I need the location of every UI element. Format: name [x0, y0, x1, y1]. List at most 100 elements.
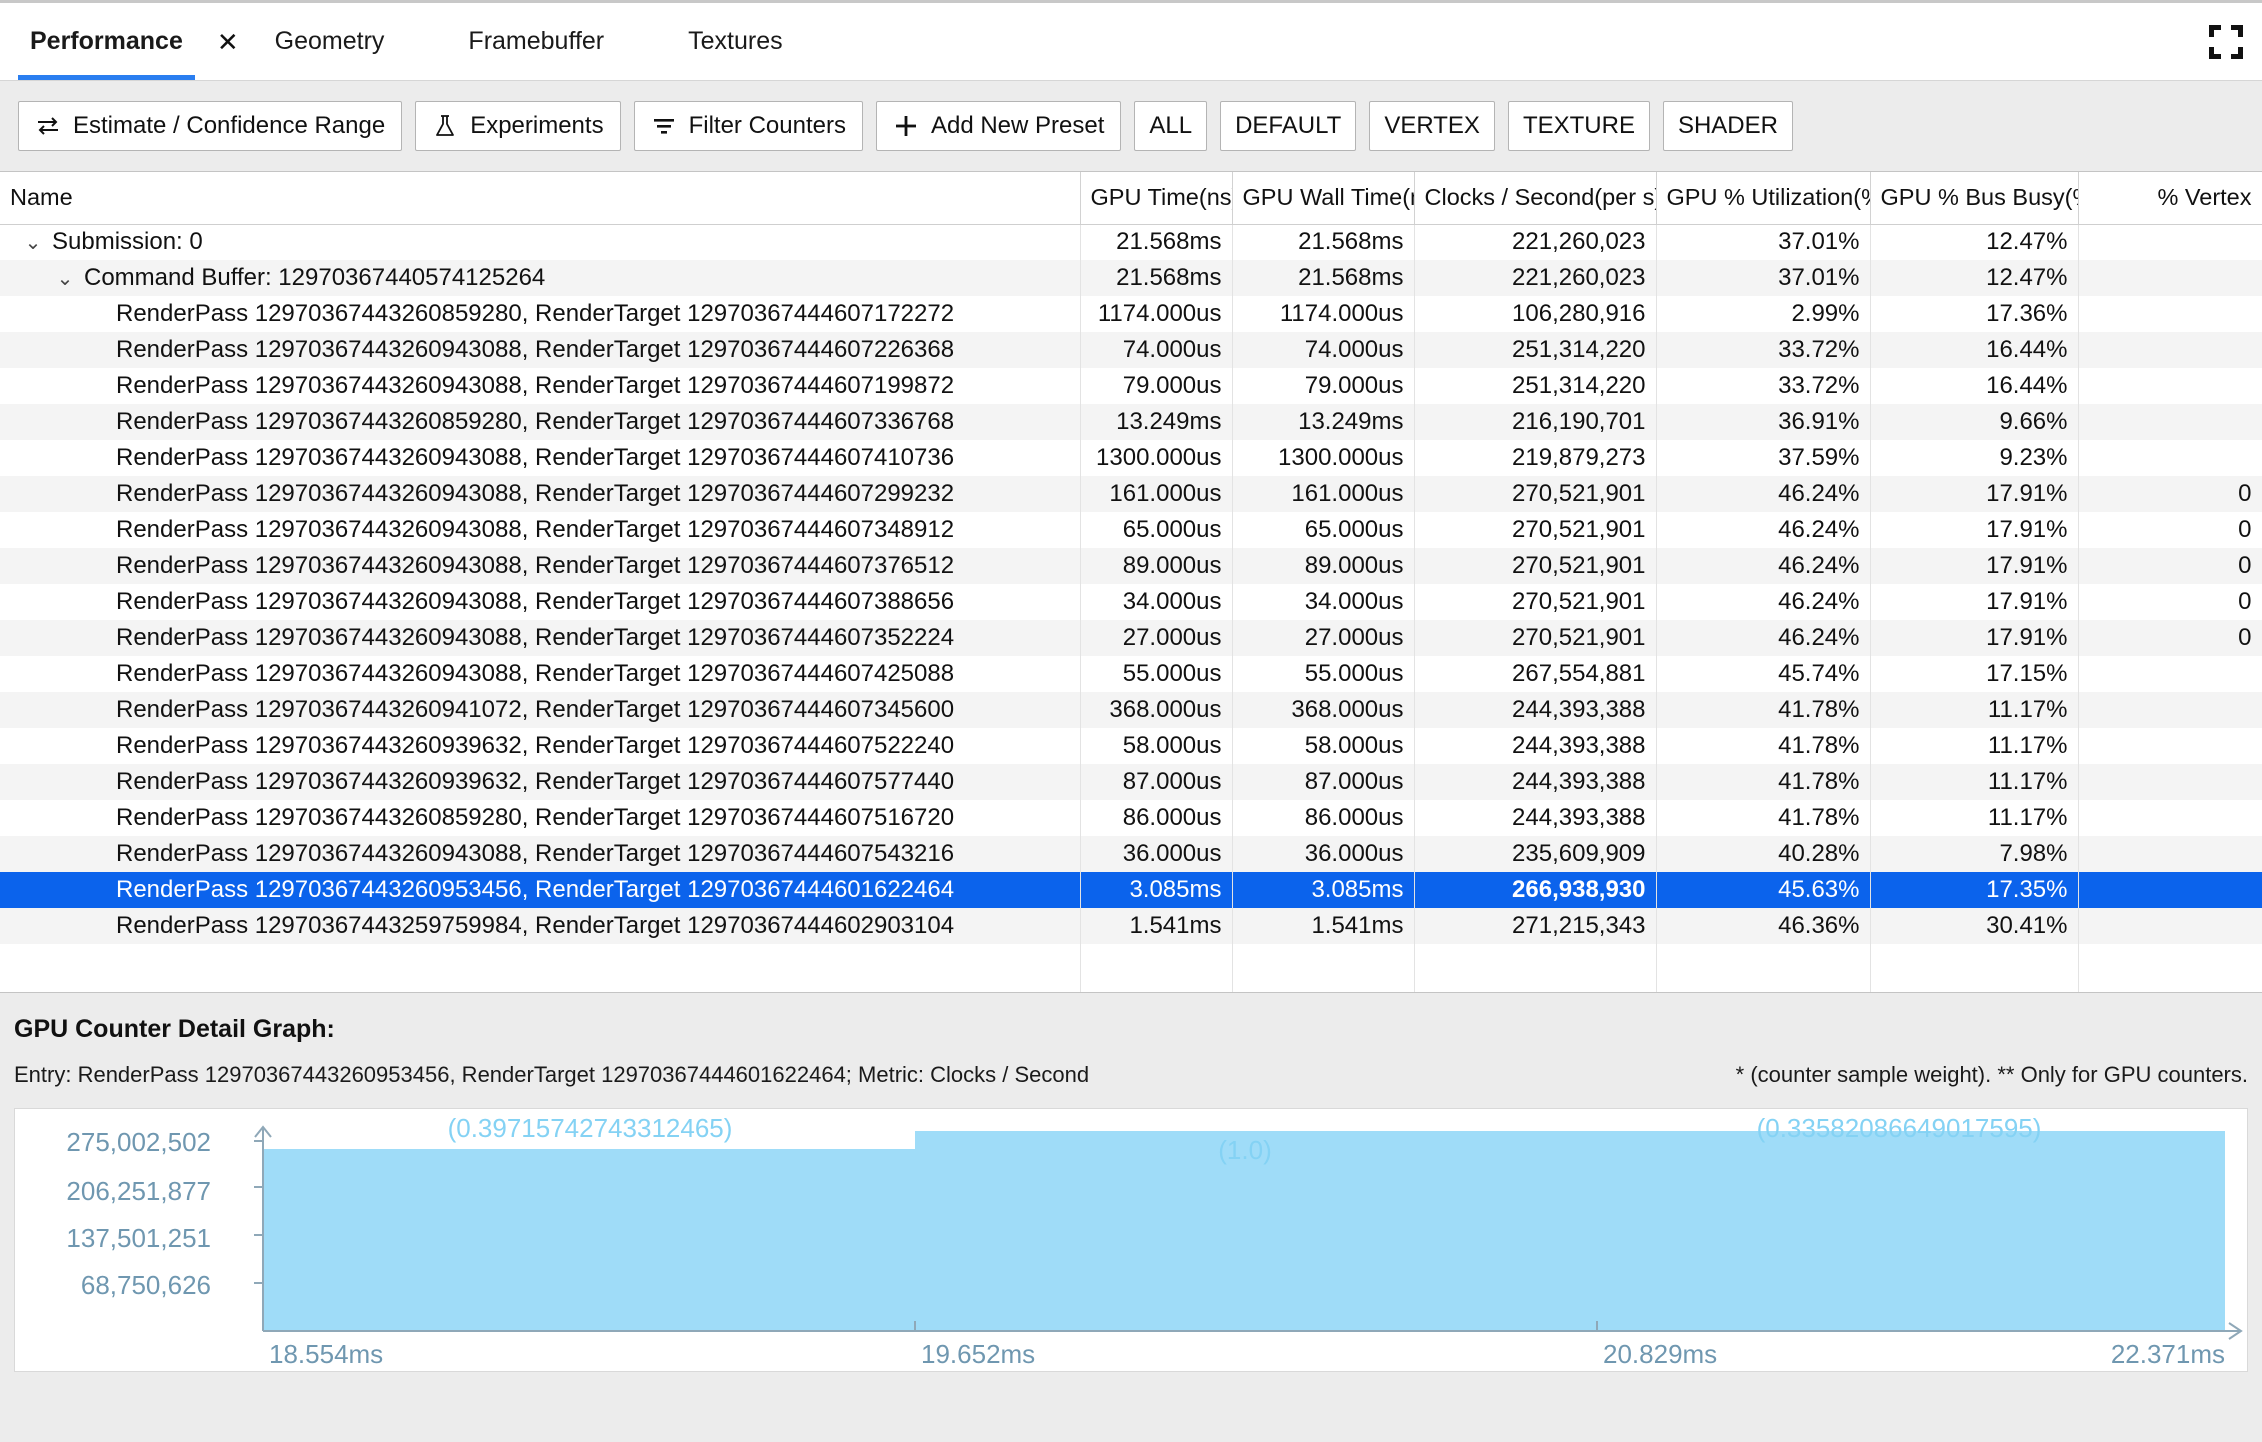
row-name-cell: RenderPass 12970367443260943088, RenderT…	[0, 620, 1081, 656]
cell-gpu_wall_time: 161.000us	[1232, 476, 1415, 512]
estimate-confidence-range-button[interactable]: Estimate / Confidence Range	[18, 101, 403, 151]
tab-performance-close[interactable]: ✕	[195, 3, 261, 80]
table-row[interactable]: RenderPass 12970367443260943088, RenderT…	[0, 548, 2262, 584]
detail-entry-label: Entry: RenderPass 12970367443260953456, …	[14, 1062, 1090, 1087]
tab-framebuffer[interactable]: Framebuffer	[456, 3, 616, 80]
cell-bus_busy: 17.91%	[1870, 548, 2079, 584]
column-header-bus_busy[interactable]: GPU % Bus Busy(%)	[1870, 172, 2079, 225]
detail-footnote-label: * (counter sample weight). ** Only for G…	[1735, 1062, 2248, 1087]
table-row[interactable]: RenderPass 12970367443260943088, RenderT…	[0, 584, 2262, 620]
cell-gpu_time: 1174.000us	[1080, 296, 1233, 332]
counters-table-container[interactable]: NameGPU Time(ns)GPU Wall Time(ns)Clocks …	[0, 171, 2262, 993]
row-name-cell: RenderPass 12970367443260939632, RenderT…	[0, 728, 1081, 764]
detail-graph-title: GPU Counter Detail Graph:	[14, 1015, 335, 1043]
preset-texture-button[interactable]: TEXTURE	[1507, 101, 1650, 151]
cell-utilization: 46.24%	[1656, 584, 1871, 620]
flask-icon	[432, 113, 458, 139]
table-row[interactable]: RenderPass 12970367443260943088, RenderT…	[0, 656, 2262, 692]
table-row[interactable]: RenderPass 12970367443260859280, RenderT…	[0, 800, 2262, 836]
preset-shader-label: SHADER	[1677, 112, 1778, 139]
cell-bus_busy: 12.47%	[1870, 224, 2079, 260]
cell-gpu_wall_time: 89.000us	[1232, 548, 1415, 584]
column-header-vertex[interactable]: % Vertex	[2078, 172, 2262, 225]
cell-bus_busy: 12.47%	[1870, 260, 2079, 296]
cell-clocks: 244,393,388	[1414, 692, 1657, 728]
row-name-label: RenderPass 12970367443260859280, RenderT…	[116, 804, 955, 831]
table-row[interactable]: RenderPass 12970367443260943088, RenderT…	[0, 440, 2262, 476]
row-name-label: RenderPass 12970367443260943088, RenderT…	[116, 336, 955, 363]
estimate-confidence-range-label: Estimate / Confidence Range	[73, 112, 386, 139]
table-row[interactable]: ⌄ Command Buffer: 12970367440574125264 21.…	[0, 260, 2262, 296]
row-name-cell: RenderPass 12970367443260943088, RenderT…	[0, 584, 1081, 620]
column-header-gpu_time[interactable]: GPU Time(ns)	[1080, 172, 1233, 225]
table-row[interactable]: RenderPass 12970367443260859280, RenderT…	[0, 296, 2262, 332]
expand-fullscreen-icon[interactable]	[2208, 24, 2244, 60]
cell-utilization: 37.59%	[1656, 440, 1871, 476]
empty-cell	[0, 980, 1081, 992]
empty-cell	[1080, 980, 1233, 992]
table-body: ⌄ Submission: 0 21.568ms 21.568ms 221,260,02…	[0, 224, 2262, 992]
cell-gpu_time: 1300.000us	[1080, 440, 1233, 476]
row-name-cell: RenderPass 12970367443260939632, RenderT…	[0, 764, 1081, 800]
preset-shader-button[interactable]: SHADER	[1662, 101, 1793, 151]
cell-bus_busy: 17.35%	[1870, 872, 2079, 908]
preset-all-button[interactable]: ALL	[1134, 101, 1208, 151]
filter-counters-button[interactable]: Filter Counters	[633, 101, 863, 151]
cell-clocks: 251,314,220	[1414, 368, 1657, 404]
cell-bus_busy: 30.41%	[1870, 908, 2079, 944]
table-row[interactable]: RenderPass 12970367443260943088, RenderT…	[0, 476, 2262, 512]
row-name-label: RenderPass 12970367443260939632, RenderT…	[116, 732, 955, 759]
column-header-gpu_wall_time[interactable]: GPU Wall Time(ns)	[1232, 172, 1415, 225]
cell-vertex	[2078, 440, 2262, 476]
cell-vertex	[2078, 368, 2262, 404]
cell-gpu_time: 36.000us	[1080, 836, 1233, 872]
row-name-label: RenderPass 12970367443260943088, RenderT…	[116, 444, 955, 471]
row-name-label: RenderPass 12970367443260941072, RenderT…	[116, 696, 955, 723]
table-row[interactable]: RenderPass 12970367443260943088, RenderT…	[0, 836, 2262, 872]
column-header-name[interactable]: Name	[0, 172, 1081, 225]
close-icon: ✕	[216, 26, 239, 57]
tab-geometry[interactable]: Geometry	[263, 3, 397, 80]
row-name-cell: RenderPass 12970367443260943088, RenderT…	[0, 476, 1081, 512]
table-row[interactable]: RenderPass 12970367443260943088, RenderT…	[0, 368, 2262, 404]
cell-gpu_time: 86.000us	[1080, 800, 1233, 836]
cell-bus_busy: 9.66%	[1870, 404, 2079, 440]
row-name-cell: RenderPass 12970367443260943088, RenderT…	[0, 548, 1081, 584]
table-row[interactable]: RenderPass 12970367443259759984, RenderT…	[0, 908, 2262, 944]
cell-utilization: 45.74%	[1656, 656, 1871, 692]
table-row[interactable]: RenderPass 12970367443260859280, RenderT…	[0, 404, 2262, 440]
table-row[interactable]: RenderPass 12970367443260943088, RenderT…	[0, 620, 2262, 656]
table-row[interactable]: RenderPass 12970367443260943088, RenderT…	[0, 512, 2262, 548]
cell-gpu_wall_time: 58.000us	[1232, 728, 1415, 764]
column-header-clocks[interactable]: Clocks / Second(per s)	[1414, 172, 1657, 225]
preset-vertex-button[interactable]: VERTEX	[1369, 101, 1495, 151]
cell-gpu_wall_time: 86.000us	[1232, 800, 1415, 836]
empty-cell	[2078, 980, 2262, 992]
cell-vertex	[2078, 656, 2262, 692]
experiments-label: Experiments	[470, 112, 604, 139]
y-axis-tick-label: 68,750,626	[81, 1270, 211, 1300]
chevron-down-icon[interactable]: ⌄	[20, 230, 46, 255]
tab-textures[interactable]: Textures	[676, 3, 794, 80]
cell-utilization: 37.01%	[1656, 224, 1871, 260]
table-row[interactable]: RenderPass 12970367443260943088, RenderT…	[0, 332, 2262, 368]
table-row[interactable]: RenderPass 12970367443260939632, RenderT…	[0, 764, 2262, 800]
table-row[interactable]: RenderPass 12970367443260939632, RenderT…	[0, 728, 2262, 764]
cell-gpu_wall_time: 13.249ms	[1232, 404, 1415, 440]
tab-performance[interactable]: Performance	[18, 3, 195, 80]
cell-utilization: 46.24%	[1656, 476, 1871, 512]
experiments-button[interactable]: Experiments	[415, 101, 621, 151]
cell-utilization: 36.91%	[1656, 404, 1871, 440]
add-new-preset-button[interactable]: Add New Preset	[875, 101, 1122, 151]
counter-detail-chart[interactable]: 275,002,502 206,251,877 137,501,251 68,750,…	[14, 1108, 2248, 1372]
empty-cell	[1414, 980, 1657, 992]
table-row[interactable]: RenderPass 12970367443260941072, RenderT…	[0, 692, 2262, 728]
column-header-utilization[interactable]: GPU % Utilization(%)	[1656, 172, 1871, 225]
row-name-label: RenderPass 12970367443260943088, RenderT…	[116, 840, 955, 867]
table-row[interactable]: ⌄ Submission: 0 21.568ms 21.568ms 221,260,02…	[0, 224, 2262, 260]
row-name-cell: RenderPass 12970367443260953456, RenderT…	[0, 872, 1081, 908]
table-row[interactable]: RenderPass 12970367443260953456, RenderT…	[0, 872, 2262, 908]
chevron-down-icon[interactable]: ⌄	[52, 266, 78, 291]
preset-default-button[interactable]: DEFAULT	[1220, 101, 1357, 151]
cell-vertex	[2078, 836, 2262, 872]
